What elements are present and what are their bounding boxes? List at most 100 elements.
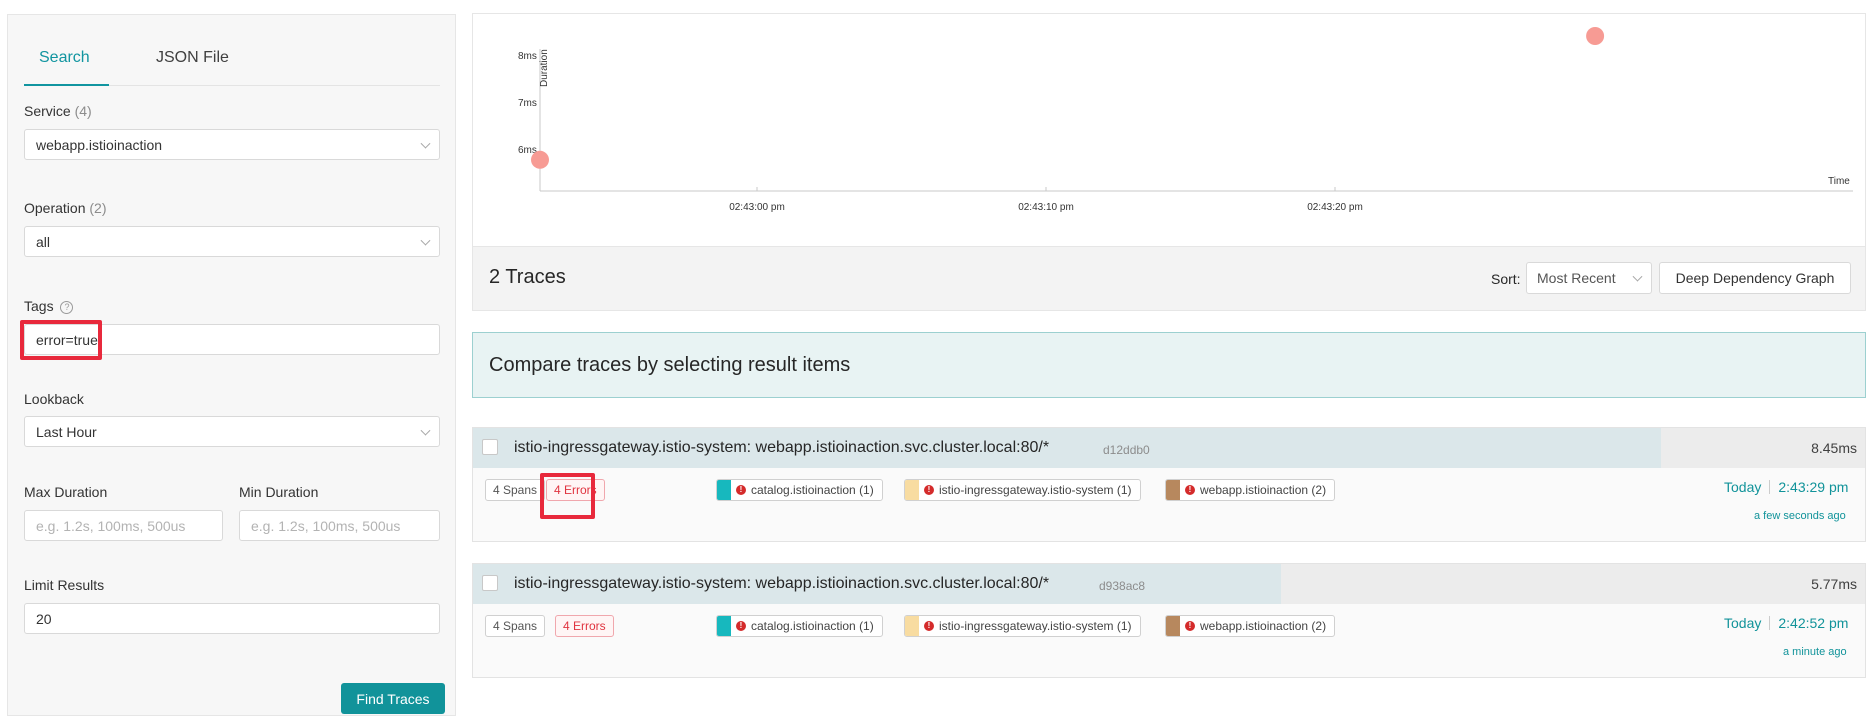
date-divider	[1769, 616, 1771, 630]
max-duration-input[interactable]: e.g. 1.2s, 100ms, 500us	[24, 510, 223, 541]
service-tag-label: istio-ingressgateway.istio-system (1)	[939, 483, 1132, 497]
operation-count: (2)	[89, 200, 107, 216]
service-color-swatch	[905, 480, 919, 500]
service-tag-catalog: ! catalog.istioinaction (1)	[716, 479, 883, 501]
trace-result-item[interactable]: istio-ingressgateway.istio-system: webap…	[472, 427, 1866, 542]
tab-json-file[interactable]: JSON File	[156, 49, 229, 67]
trace-header[interactable]: istio-ingressgateway.istio-system: webap…	[473, 428, 1865, 468]
max-duration-placeholder: e.g. 1.2s, 100ms, 500us	[36, 517, 186, 534]
search-panel: Search JSON File Service (4) webapp.isti…	[7, 14, 456, 716]
trace-name[interactable]: istio-ingressgateway.istio-system: webap…	[514, 439, 1049, 457]
compare-traces-banner: Compare traces by selecting result items	[472, 332, 1866, 398]
service-tag-label: webapp.istioinaction (2)	[1200, 483, 1327, 497]
find-traces-button[interactable]: Find Traces	[341, 683, 445, 714]
trace-select-checkbox[interactable]	[482, 439, 498, 455]
service-tag-ingressgateway: ! istio-ingressgateway.istio-system (1)	[904, 479, 1141, 501]
limit-results-value: 20	[36, 610, 52, 627]
service-tag-webapp: ! webapp.istioinaction (2)	[1165, 479, 1336, 501]
service-tag-ingressgateway: ! istio-ingressgateway.istio-system (1)	[904, 615, 1141, 637]
scatter-plot: Duration Time 8ms 7ms 6ms 02:43:00 pm 02:43:…	[472, 13, 1866, 247]
tab-search[interactable]: Search	[39, 49, 90, 67]
y-tick-label: 8ms	[518, 51, 537, 62]
trace-select-checkbox[interactable]	[482, 575, 498, 591]
service-color-swatch	[905, 616, 919, 636]
chevron-down-icon	[420, 425, 431, 436]
service-count: (4)	[74, 103, 92, 119]
trace-name[interactable]: istio-ingressgateway.istio-system: webap…	[514, 575, 1049, 593]
min-duration-label: Min Duration	[239, 484, 319, 500]
trace-id: d12ddb0	[1103, 443, 1150, 457]
service-color-swatch	[1166, 480, 1180, 500]
x-axis-title: Time	[1828, 176, 1850, 187]
trace-day: Today	[1724, 615, 1762, 631]
operation-select-value: all	[36, 233, 51, 250]
service-color-swatch	[1166, 616, 1180, 636]
trace-point[interactable]	[531, 150, 549, 169]
results-header: 2 Traces Sort: Most Recent Deep Dependen…	[472, 247, 1866, 311]
service-color-swatch	[717, 616, 731, 636]
results-count-title: 2 Traces	[489, 266, 566, 288]
tags-highlight-box	[20, 320, 102, 360]
sort-label: Sort:	[1491, 271, 1521, 287]
service-label: Service (4)	[24, 103, 92, 119]
error-icon: !	[736, 621, 746, 631]
service-tag-label: catalog.istioinaction (1)	[751, 483, 874, 497]
deep-dependency-graph-button[interactable]: Deep Dependency Graph	[1659, 262, 1851, 294]
x-tick-label: 02:43:10 pm	[1018, 202, 1074, 213]
lookback-select-value: Last Hour	[36, 423, 97, 440]
error-icon: !	[924, 621, 934, 631]
chevron-down-icon	[1632, 271, 1643, 282]
compare-traces-text: Compare traces by selecting result items	[489, 354, 851, 376]
errors-highlight-box	[540, 473, 595, 519]
operation-label-text: Operation	[24, 200, 86, 216]
lookback-label: Lookback	[24, 391, 84, 407]
error-icon: !	[1185, 485, 1195, 495]
trace-duration: 5.77ms	[1811, 576, 1857, 592]
limit-results-label: Limit Results	[24, 577, 105, 593]
chevron-down-icon	[420, 138, 431, 149]
sort-select-value: Most Recent	[1537, 270, 1616, 286]
lookback-select[interactable]: Last Hour	[24, 416, 440, 447]
trace-relative-time: a few seconds ago	[1754, 510, 1846, 522]
trace-point[interactable]	[1586, 27, 1605, 45]
trace-header[interactable]: istio-ingressgateway.istio-system: webap…	[473, 564, 1865, 604]
trace-time: 2:43:29 pm	[1778, 479, 1849, 495]
active-tab-indicator	[24, 84, 109, 86]
scatter-plot-svg: Duration Time 8ms7ms6ms02:43:00 pm 02:43:…	[518, 27, 1853, 213]
service-tag-label: istio-ingressgateway.istio-system (1)	[939, 619, 1132, 633]
x-tick-label: 02:43:00 pm	[729, 202, 785, 213]
service-color-swatch	[717, 480, 731, 500]
error-icon: !	[1185, 621, 1195, 631]
limit-results-input[interactable]: 20	[24, 603, 440, 634]
error-icon: !	[924, 485, 934, 495]
x-tick-label: 02:43:20 pm	[1307, 202, 1363, 213]
question-circle-icon[interactable]: ?	[60, 301, 74, 314]
service-tag-label: catalog.istioinaction (1)	[751, 619, 874, 633]
trace-time: 2:42:52 pm	[1778, 615, 1849, 631]
span-count-tag: 4 Spans	[485, 479, 546, 501]
service-tag-webapp: ! webapp.istioinaction (2)	[1165, 615, 1336, 637]
sort-select[interactable]: Most Recent	[1526, 262, 1652, 294]
tags-label: Tags ?	[24, 298, 74, 314]
error-icon: !	[736, 485, 746, 495]
operation-label: Operation (2)	[24, 200, 107, 216]
service-tag-label: webapp.istioinaction (2)	[1200, 619, 1327, 633]
min-duration-placeholder: e.g. 1.2s, 100ms, 500us	[251, 517, 401, 534]
trace-id: d938ac8	[1099, 579, 1146, 593]
service-tag-catalog: ! catalog.istioinaction (1)	[716, 615, 883, 637]
operation-select[interactable]: all	[24, 226, 440, 257]
service-select-value: webapp.istioinaction	[36, 136, 163, 153]
service-select[interactable]: webapp.istioinaction	[24, 129, 440, 160]
min-duration-input[interactable]: e.g. 1.2s, 100ms, 500us	[239, 510, 440, 541]
trace-result-item[interactable]: istio-ingressgateway.istio-system: webap…	[472, 563, 1866, 678]
date-divider	[1769, 480, 1771, 494]
trace-day: Today	[1724, 479, 1762, 495]
span-count-tag: 4 Spans	[485, 615, 546, 637]
y-tick-label: 7ms	[518, 98, 537, 109]
error-count-tag: 4 Errors	[555, 615, 614, 637]
trace-relative-time: a minute ago	[1783, 646, 1847, 658]
trace-start-time: Today 2:43:29 pm	[1724, 479, 1848, 495]
tags-label-text: Tags	[24, 298, 54, 314]
trace-start-time: Today 2:42:52 pm	[1724, 615, 1848, 631]
max-duration-label: Max Duration	[24, 484, 108, 500]
